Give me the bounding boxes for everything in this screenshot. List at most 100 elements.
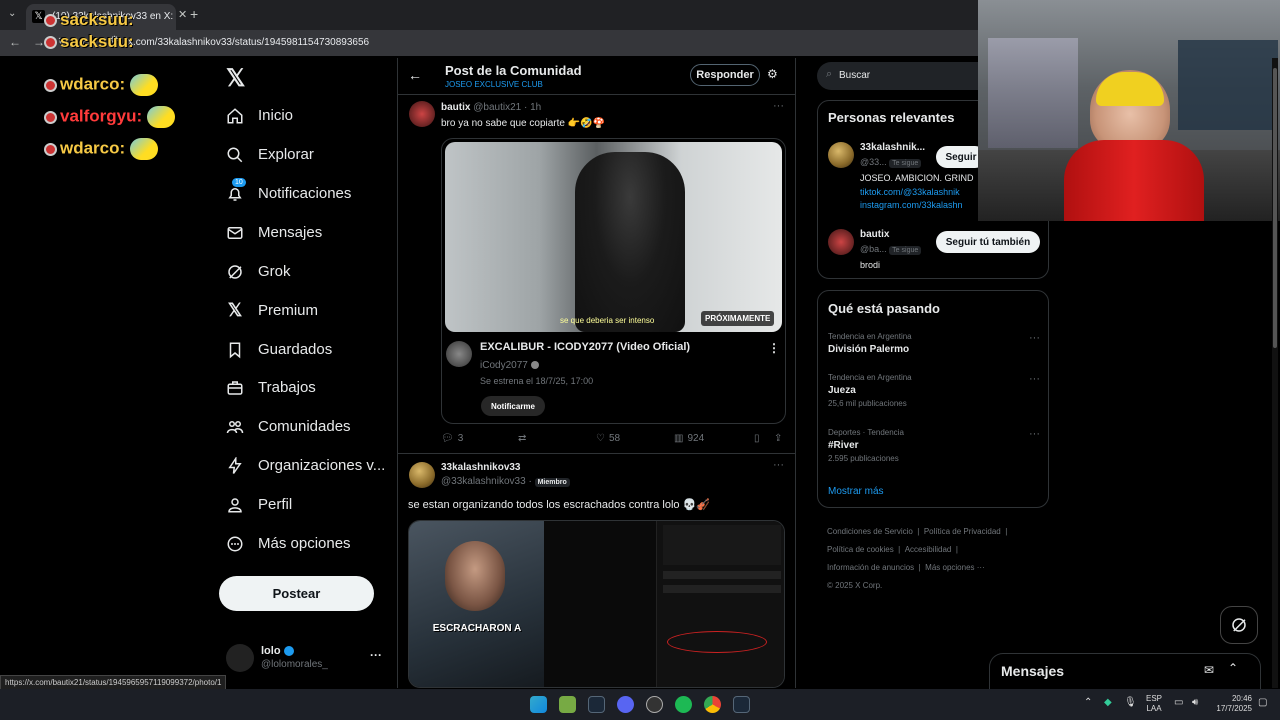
grok-float-button[interactable] bbox=[1220, 606, 1258, 644]
repost-action[interactable]: ⇄ bbox=[518, 433, 530, 444]
post-33kalashnikov33[interactable]: 33kalashnikov33 @33kalashnikov33 · Miemb… bbox=[398, 455, 795, 688]
bookmark-action[interactable]: ▯ bbox=[754, 433, 760, 444]
notify-button[interactable]: Notificarme bbox=[481, 396, 545, 416]
youtube-card[interactable]: se que deberia ser intenso PRÓXIMAMENTE … bbox=[441, 138, 786, 424]
person-name[interactable]: 33kalashnik... bbox=[860, 142, 925, 153]
chat-line: sacksuu: bbox=[44, 32, 175, 74]
back-arrow-icon[interactable]: ← bbox=[408, 67, 422, 83]
account-more-icon[interactable]: ··· bbox=[370, 648, 382, 662]
steam-icon[interactable] bbox=[588, 696, 605, 713]
video-thumbnail[interactable]: se que deberia ser intenso PRÓXIMAMENTE bbox=[445, 142, 782, 332]
x-logo-icon[interactable]: 𝕏 bbox=[226, 64, 245, 93]
tray-expand-icon[interactable]: ⌃ bbox=[1084, 697, 1092, 708]
person-icon bbox=[226, 496, 244, 514]
start-menu-icon[interactable] bbox=[530, 696, 547, 713]
chat-line: wdarco: bbox=[44, 138, 175, 170]
sidebar-item-notificaciones[interactable]: 10 Notificaciones bbox=[226, 174, 351, 213]
avatar bbox=[226, 644, 254, 672]
emote-icon bbox=[146, 106, 175, 128]
post-more-icon[interactable]: ··· bbox=[773, 459, 784, 471]
network-icon[interactable]: ▭ bbox=[1174, 697, 1183, 708]
tray-app-icon[interactable]: ◆ bbox=[1104, 697, 1112, 708]
sidebar-item-organizaciones[interactable]: Organizaciones v... bbox=[226, 446, 385, 485]
card-title: EXCALIBUR - ICODY2077 (Video Oficial) bbox=[480, 341, 691, 353]
post-button[interactable]: Postear bbox=[219, 576, 374, 611]
avatar[interactable] bbox=[828, 142, 854, 168]
avatar[interactable] bbox=[409, 101, 435, 127]
back-icon[interactable]: ← bbox=[9, 35, 21, 49]
views-action[interactable]: ▥ 924 bbox=[674, 433, 704, 444]
sidebar-item-grok[interactable]: Grok bbox=[226, 252, 291, 291]
filter-icon[interactable]: ⚙ bbox=[767, 67, 778, 81]
coming-soon-badge: PRÓXIMAMENTE bbox=[701, 311, 775, 326]
post-more-icon[interactable]: ··· bbox=[773, 100, 784, 112]
bio-link[interactable]: instagram.com/33kalashn bbox=[860, 200, 963, 210]
sidebar-item-mas-opciones[interactable]: Más opciones bbox=[226, 524, 351, 563]
obs-icon[interactable] bbox=[646, 696, 663, 713]
steam-icon[interactable] bbox=[733, 696, 750, 713]
more-circle-icon bbox=[226, 535, 244, 553]
post-image[interactable]: ESCRACHARON A bbox=[408, 520, 785, 688]
person-figure bbox=[575, 152, 685, 332]
chart-icon: ▥ bbox=[674, 433, 684, 444]
card-more-icon[interactable]: ⋮ bbox=[768, 341, 780, 355]
chat-badge-icon bbox=[44, 36, 57, 50]
like-action[interactable]: ♡ 58 bbox=[596, 433, 620, 444]
verified-check-icon bbox=[530, 361, 539, 370]
microphone-icon[interactable]: 🎙︎ bbox=[1124, 697, 1137, 708]
chat-line: sacksuu: bbox=[44, 10, 175, 32]
follow-back-button[interactable]: Seguir tú también bbox=[936, 231, 1040, 253]
app-icon[interactable] bbox=[559, 696, 576, 713]
community-name[interactable]: JOSEO EXCLUSIVE CLUB bbox=[445, 80, 543, 89]
new-message-icon[interactable]: ✉ bbox=[1204, 663, 1214, 677]
chat-line: wdarco: bbox=[44, 74, 175, 106]
page-scrollbar[interactable] bbox=[1272, 58, 1278, 688]
avatar[interactable] bbox=[828, 229, 854, 255]
trend-more-icon[interactable]: ··· bbox=[1029, 373, 1040, 385]
reply-button[interactable]: Responder bbox=[690, 64, 760, 86]
person-bio: JOSEO. AMBICION. GRIND bbox=[860, 173, 974, 183]
chat-badge-icon bbox=[44, 142, 57, 156]
sidebar-item-explorar[interactable]: Explorar bbox=[226, 135, 314, 174]
post-bautix[interactable]: bautix @bautix21 · 1h ··· bro ya no sabe… bbox=[398, 96, 795, 454]
close-tab-icon[interactable]: ✕ bbox=[178, 8, 187, 21]
clock[interactable]: 20:46 17/7/2025 bbox=[1208, 694, 1252, 714]
volume-icon[interactable]: 🔊︎ bbox=[1192, 697, 1198, 708]
notifications-tray-icon[interactable]: ▢ bbox=[1258, 697, 1267, 708]
discord-icon[interactable] bbox=[617, 696, 634, 713]
share-action[interactable]: ⇪ bbox=[774, 433, 782, 444]
account-switcher[interactable]: lolo @lolomorales_ ··· bbox=[226, 642, 386, 674]
sidebar-item-comunidades[interactable]: Comunidades bbox=[226, 407, 351, 446]
trend-item[interactable]: Tendencia en Argentina Jueza 25,6 mil pu… bbox=[828, 373, 1040, 415]
scrollbar-thumb[interactable] bbox=[1273, 68, 1277, 348]
sidebar-item-premium[interactable]: 𝕏 Premium bbox=[226, 291, 318, 330]
sidebar-item-perfil[interactable]: Perfil bbox=[226, 485, 292, 524]
expand-icon[interactable]: ⌃ bbox=[1228, 661, 1238, 675]
spotify-icon[interactable] bbox=[675, 696, 692, 713]
avatar[interactable] bbox=[409, 462, 435, 488]
grok-icon bbox=[226, 263, 244, 281]
reply-action[interactable]: 💬︎ 3 bbox=[441, 433, 463, 444]
bio-link[interactable]: tiktok.com/@33kalashnik bbox=[860, 187, 960, 197]
trend-item[interactable]: Deportes · Tendencia #River 2.595 public… bbox=[828, 428, 1040, 470]
sidebar-item-trabajos[interactable]: Trabajos bbox=[226, 368, 316, 407]
messages-drawer[interactable]: Mensajes ✉ ⌃ bbox=[989, 653, 1261, 689]
webcam-overlay bbox=[978, 0, 1280, 221]
account-handle: @lolomorales_ bbox=[261, 659, 328, 670]
show-more-link[interactable]: Mostrar más bbox=[828, 486, 884, 497]
trend-item[interactable]: Tendencia en Argentina División Palermo … bbox=[828, 332, 1040, 362]
chrome-icon[interactable] bbox=[704, 696, 721, 713]
new-tab-icon[interactable]: + bbox=[190, 6, 198, 22]
sidebar-item-inicio[interactable]: Inicio bbox=[226, 96, 293, 135]
language-indicator[interactable]: ESP LAA bbox=[1146, 694, 1162, 714]
tab-list-icon[interactable]: ⌄ bbox=[8, 8, 16, 19]
trend-more-icon[interactable]: ··· bbox=[1029, 332, 1040, 344]
verified-icon bbox=[283, 646, 294, 657]
reply-icon: 💬︎ bbox=[441, 433, 454, 444]
sidebar-item-guardados[interactable]: Guardados bbox=[226, 330, 332, 369]
emote-icon bbox=[129, 138, 158, 160]
search-input[interactable]: Buscar bbox=[839, 70, 870, 81]
sidebar-item-mensajes[interactable]: Mensajes bbox=[226, 213, 322, 252]
person-name[interactable]: bautix bbox=[860, 229, 889, 240]
trend-more-icon[interactable]: ··· bbox=[1029, 428, 1040, 440]
